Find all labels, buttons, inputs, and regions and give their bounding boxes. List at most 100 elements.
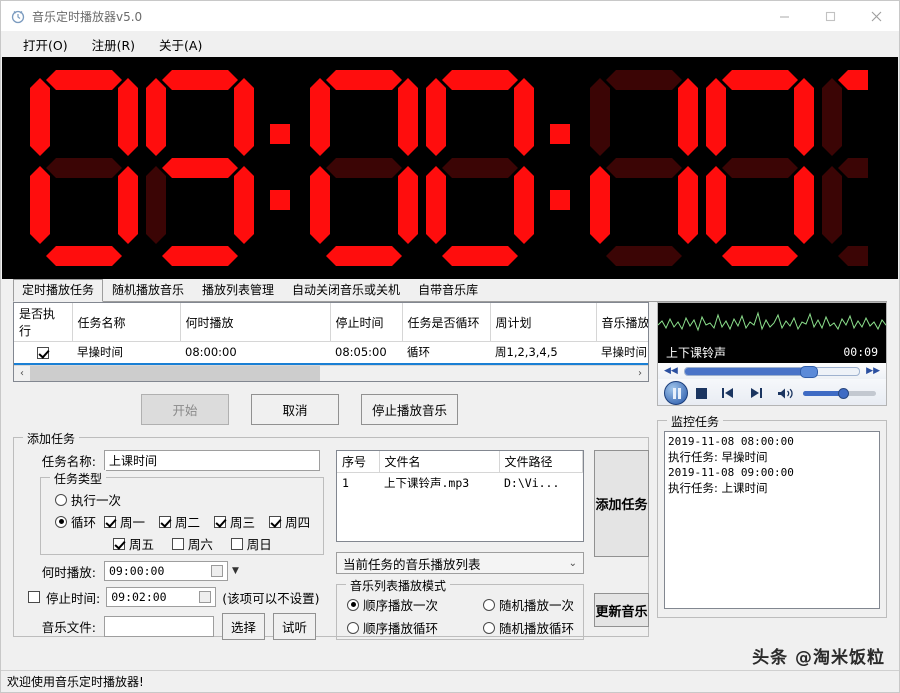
task-type-group: 任务类型 执行一次 循环 周一 周二 周三 周四 周五 周六 周日 <box>40 470 324 555</box>
volume-button[interactable] <box>777 387 795 400</box>
radio-sequential-once-label: 顺序播放一次 <box>363 598 439 613</box>
radio-sequential-loop-icon[interactable] <box>347 621 359 634</box>
music-file-row: 音乐文件: 选择 试听 <box>24 613 324 640</box>
play-time-spin-icon[interactable] <box>211 565 223 577</box>
radio-once-icon[interactable] <box>55 493 67 506</box>
radio-loop-icon[interactable] <box>55 515 67 528</box>
status-bar: 欢迎使用音乐定时播放器! <box>1 670 899 692</box>
col-playlist[interactable]: 音乐播放列 <box>596 303 648 342</box>
col-loop[interactable]: 任务是否循环 <box>402 303 491 342</box>
stop-time-spin-icon[interactable] <box>199 591 212 603</box>
table-horizontal-scrollbar[interactable]: ‹ › <box>14 365 648 381</box>
tab-playlist-manage[interactable]: 播放列表管理 <box>193 279 283 302</box>
menu-about[interactable]: 关于(A) <box>147 32 214 57</box>
tab-timed-play[interactable]: 定时播放任务 <box>13 279 104 302</box>
maximize-button[interactable] <box>807 1 853 31</box>
checkbox-tuesday-icon[interactable] <box>159 515 172 528</box>
tab-random-play[interactable]: 随机播放音乐 <box>103 279 193 302</box>
led-colon-1 <box>262 70 306 266</box>
play-time-label: 何时播放: <box>41 564 96 580</box>
radio-random-once-icon[interactable] <box>483 598 495 611</box>
monitor-log-line: 2019-11-08 08:00:00 <box>668 435 794 448</box>
scrollbar-thumb[interactable] <box>30 366 320 381</box>
music-file-input[interactable] <box>104 616 214 637</box>
previous-button[interactable] <box>721 387 735 399</box>
player-controls <box>658 379 886 405</box>
pause-button[interactable] <box>664 381 688 405</box>
preview-button[interactable]: 试听 <box>273 613 317 640</box>
col-filename[interactable]: 文件名 <box>379 451 500 473</box>
file-list[interactable]: 序号 文件名 文件路径 1 上下课铃声.mp3 D:\Vi... <box>336 450 584 542</box>
checkbox-monday-icon[interactable] <box>104 515 117 528</box>
table-row[interactable]: 早操时间 08:00:00 08:05:00 循环 周1,2,3,4,5 早操时… <box>14 342 648 363</box>
monitor-log-line: 执行任务: 上课时间 <box>668 480 768 495</box>
checkbox-friday[interactable]: 周五 <box>113 534 154 553</box>
radio-sequential-once-icon[interactable] <box>347 598 359 611</box>
radio-loop[interactable]: 循环 <box>55 512 96 531</box>
tab-auto-shutdown[interactable]: 自动关闭音乐或关机 <box>283 279 409 302</box>
stop-button[interactable] <box>696 387 707 399</box>
volume-knob[interactable] <box>838 387 850 399</box>
fast-forward-icon[interactable]: ▶▶ <box>866 366 880 376</box>
close-button[interactable] <box>853 1 899 31</box>
playlist-combo[interactable]: 当前任务的音乐播放列表 ⌄ <box>336 552 584 574</box>
checkbox-thursday-icon[interactable] <box>269 515 282 528</box>
stop-music-button[interactable]: 停止播放音乐 <box>361 394 459 425</box>
track-info: 上下课铃声 00:09 <box>658 341 886 363</box>
col-stop-time[interactable]: 停止时间 <box>330 303 403 342</box>
tab-music-library[interactable]: 自带音乐库 <box>409 279 487 302</box>
row-execute-checkbox[interactable] <box>14 342 72 363</box>
radio-random-loop-icon[interactable] <box>483 621 495 634</box>
checkbox-wednesday[interactable]: 周三 <box>214 512 255 531</box>
checkbox-thursday[interactable]: 周四 <box>269 512 310 531</box>
checkbox-saturday-icon[interactable] <box>171 537 184 550</box>
col-execute[interactable]: 是否执行 <box>14 303 73 342</box>
checkbox-saturday[interactable]: 周六 <box>171 534 213 553</box>
play-time-spinner[interactable]: 09:00:00 <box>104 561 228 581</box>
select-file-button[interactable]: 选择 <box>222 613 266 640</box>
col-play-time[interactable]: 何时播放 <box>180 303 331 342</box>
stop-time-note: (该项可以不设置) <box>222 590 320 606</box>
menu-open[interactable]: 打开(O) <box>11 32 80 57</box>
radio-sequential-once[interactable]: 顺序播放一次 <box>347 595 483 614</box>
checkbox-sunday-icon[interactable] <box>230 537 243 550</box>
checkbox-tuesday[interactable]: 周二 <box>159 512 200 531</box>
checkbox-friday-icon[interactable] <box>113 537 125 550</box>
radio-sequential-loop-label: 顺序播放循环 <box>363 621 439 636</box>
scrollbar-track[interactable] <box>30 366 632 381</box>
waveform-display: 上下课铃声 00:09 <box>658 303 886 363</box>
minimize-button[interactable] <box>761 1 807 31</box>
radio-execute-once[interactable]: 执行一次 <box>55 490 121 509</box>
checkbox-friday-label: 周五 <box>129 537 155 552</box>
stop-time-checkbox[interactable] <box>28 591 40 603</box>
list-item[interactable]: 1 上下课铃声.mp3 D:\Vi... <box>337 473 583 494</box>
update-music-button[interactable]: 更新音乐 <box>594 593 649 627</box>
task-name-input[interactable] <box>104 450 320 471</box>
menu-register[interactable]: 注册(R) <box>80 32 147 57</box>
start-button[interactable]: 开始 <box>141 394 229 425</box>
radio-random-once-label: 随机播放一次 <box>499 598 575 613</box>
col-index[interactable]: 序号 <box>337 451 380 473</box>
chevron-down-icon[interactable]: ▼ <box>232 566 239 576</box>
seek-knob[interactable] <box>799 365 818 378</box>
cancel-button[interactable]: 取消 <box>251 394 339 425</box>
scroll-right-icon[interactable]: › <box>632 366 648 381</box>
col-filepath[interactable]: 文件路径 <box>499 451 583 473</box>
seek-slider[interactable] <box>683 365 861 378</box>
checkbox-monday[interactable]: 周一 <box>104 512 145 531</box>
checkbox-wednesday-icon[interactable] <box>214 515 227 528</box>
app-window: 音乐定时播放器v5.0 打开(O) 注册(R) 关于(A) 定时播放任务 随机播… <box>0 0 900 693</box>
music-file-label: 音乐文件: <box>41 620 96 635</box>
next-button[interactable] <box>749 387 763 399</box>
stop-time-spinner[interactable]: 09:02:00 <box>106 587 217 607</box>
radio-sequential-loop[interactable]: 顺序播放循环 <box>347 618 483 637</box>
monitor-log[interactable]: 2019-11-08 08:00:00 执行任务: 早操时间 2019-11-0… <box>664 431 880 609</box>
chevron-down-icon[interactable]: ⌄ <box>569 558 577 569</box>
rewind-icon[interactable]: ◀◀ <box>664 366 678 376</box>
add-task-button[interactable]: 添加任务 <box>594 450 649 557</box>
scroll-left-icon[interactable]: ‹ <box>14 366 30 381</box>
col-task-name[interactable]: 任务名称 <box>72 303 181 342</box>
volume-slider[interactable] <box>803 387 876 399</box>
col-week-plan[interactable]: 周计划 <box>490 303 597 342</box>
checkbox-sunday[interactable]: 周日 <box>230 534 272 553</box>
